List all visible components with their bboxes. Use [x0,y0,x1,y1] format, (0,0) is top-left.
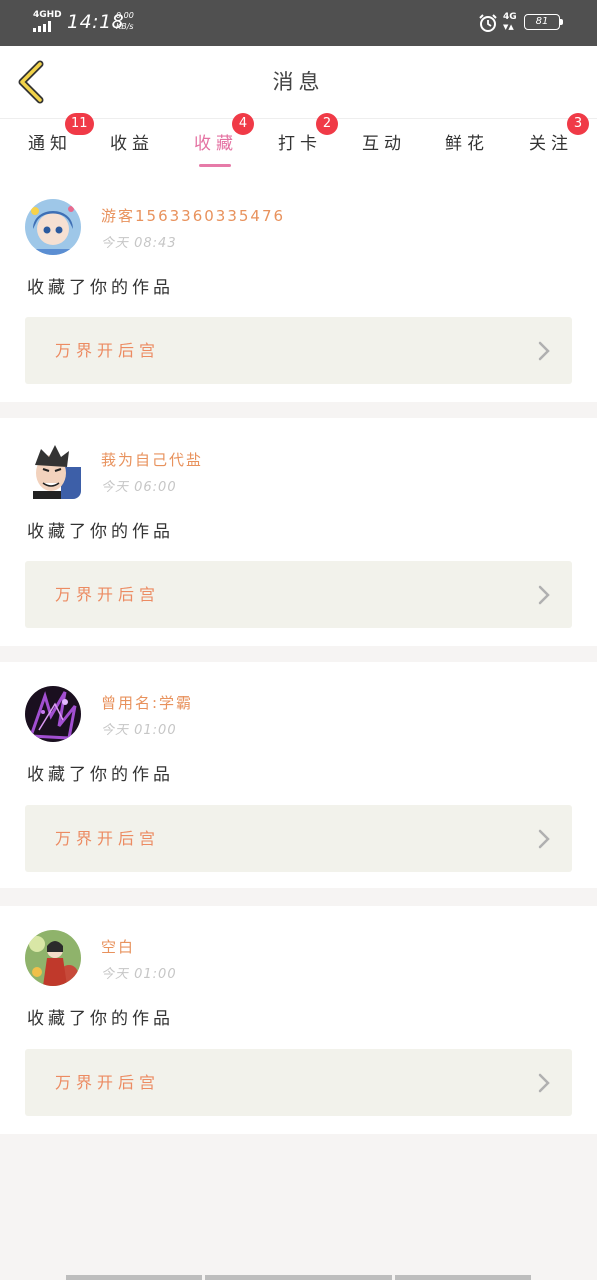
tab-flowers[interactable]: 鲜花 [445,129,489,154]
timestamp: 今天 01:00 [101,723,177,738]
network-speed: 0.00 KB/s [116,10,134,32]
message-card: 游客1563360335476 今天 08:43 收藏了你的作品 万界开后宫 [0,172,597,402]
work-link[interactable]: 万界开后宫 [25,805,572,872]
tab-earnings[interactable]: 收益 [110,129,154,154]
anime-girl-blue-avatar-icon [25,199,81,255]
mobile-data-label: 4G [503,12,517,22]
data-arrows-icon: ▼▲ [503,23,514,31]
status-bar: 4GHD 14:18 0.00 KB/s 4G ▼▲ 81 [0,0,597,46]
tab-following[interactable]: 关注 [529,129,573,154]
action-text: 收藏了你的作品 [27,278,174,298]
work-title: 万界开后宫 [55,1073,161,1092]
tab-interactions[interactable]: 互动 [362,129,406,154]
app-header: 消息 [0,46,597,118]
purple-dark-avatar-icon [25,686,81,742]
active-tab-indicator [199,164,231,167]
message-card: 空白 今天 01:00 收藏了你的作品 万界开后宫 [0,906,597,1134]
badge-notifications: 11 [65,113,94,135]
message-card: 曾用名:学霸 今天 01:00 收藏了你的作品 万界开后宫 [0,662,597,888]
badge-check-in: 2 [316,113,338,135]
chevron-right-icon [538,585,550,605]
network-speed-unit: KB/s [116,22,134,31]
action-text: 收藏了你的作品 [27,765,174,785]
nav-bar-back[interactable] [66,1275,202,1280]
alarm-icon [479,14,497,32]
chevron-right-icon [538,1073,550,1093]
timestamp: 今天 06:00 [101,480,177,495]
work-link[interactable]: 万界开后宫 [25,317,572,384]
timestamp: 今天 08:43 [101,236,177,251]
username[interactable]: 空白 [101,936,135,957]
girl-in-red-avatar-icon [25,930,81,986]
avatar[interactable] [25,199,81,255]
username[interactable]: 游客1563360335476 [101,205,285,226]
chevron-right-icon [538,829,550,849]
timestamp: 今天 01:00 [101,967,177,982]
username[interactable]: 莪为自己代盐 [101,449,203,470]
badge-favorites: 4 [232,113,254,135]
avatar[interactable] [25,443,81,499]
network-speed-value: 0.00 [116,11,134,20]
mobile-data-indicator: 4G ▼▲ [503,12,517,32]
chevron-right-icon [538,341,550,361]
network-type: 4GHD [33,10,62,20]
action-text: 收藏了你的作品 [27,522,174,542]
username[interactable]: 曾用名:学霸 [101,692,193,713]
tab-bar: 通知 收益 收藏 打卡 互动 鲜花 关注 11 4 2 3 [0,113,597,173]
work-title: 万界开后宫 [55,829,161,848]
tab-check-in[interactable]: 打卡 [278,129,322,154]
nav-bar-recents[interactable] [395,1275,531,1280]
badge-following: 3 [567,113,589,135]
nav-bar-home[interactable] [205,1275,392,1280]
signal-icon [33,21,57,32]
battery-level: 81 [535,16,549,27]
message-card: 莪为自己代盐 今天 06:00 收藏了你的作品 万界开后宫 [0,418,597,646]
work-link[interactable]: 万界开后宫 [25,561,572,628]
avatar[interactable] [25,930,81,986]
cartoon-man-avatar-icon [25,443,81,499]
work-link[interactable]: 万界开后宫 [25,1049,572,1116]
tab-notifications[interactable]: 通知 [28,129,72,154]
tab-favorites[interactable]: 收藏 [194,129,238,154]
work-title: 万界开后宫 [55,341,161,360]
action-text: 收藏了你的作品 [27,1009,174,1029]
work-title: 万界开后宫 [55,585,161,604]
avatar[interactable] [25,686,81,742]
battery-tip [560,19,563,25]
battery-icon: 81 [524,14,560,30]
page-title: 消息 [272,70,325,94]
